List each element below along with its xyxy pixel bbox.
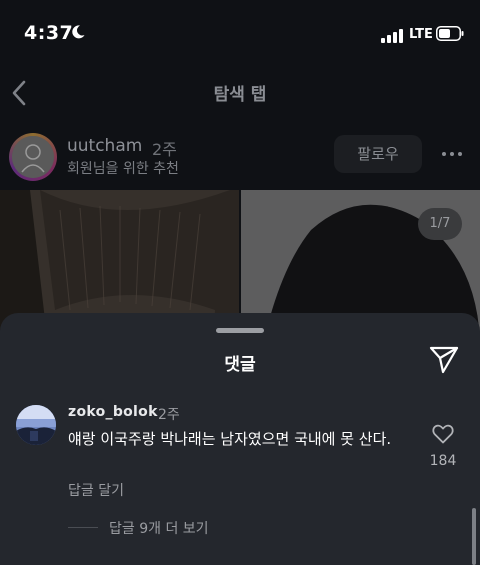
heart-icon[interactable] bbox=[432, 424, 454, 444]
status-bar: 4:37 LTE bbox=[0, 0, 480, 70]
share-paper-plane-icon[interactable] bbox=[429, 346, 459, 374]
comment-age: 2주 bbox=[158, 407, 180, 423]
more-options-icon[interactable] bbox=[441, 144, 463, 164]
post-author[interactable]: uutcham bbox=[67, 136, 142, 156]
scrollbar[interactable] bbox=[472, 508, 476, 565]
view-more-replies-button[interactable]: 답글 9개 더 보기 bbox=[109, 518, 209, 538]
avatar-illustration-icon bbox=[12, 136, 54, 178]
battery-icon bbox=[436, 26, 464, 41]
moon-icon bbox=[72, 25, 85, 39]
signal-icon bbox=[381, 29, 403, 43]
author-avatar[interactable] bbox=[12, 136, 54, 178]
like-count: 184 bbox=[429, 453, 457, 469]
post-age: 2주 bbox=[152, 140, 177, 159]
avatar-photo-icon bbox=[16, 405, 56, 445]
follow-button[interactable]: 팔로우 bbox=[334, 135, 422, 173]
post-subtitle: 회원님을 위한 추천 bbox=[67, 161, 179, 177]
comment-username[interactable]: zoko_bolok bbox=[68, 404, 158, 420]
sheet-title: 댓글 bbox=[224, 355, 256, 375]
status-time: 4:37 bbox=[24, 22, 74, 44]
page-title: 탐색 탭 bbox=[213, 85, 267, 105]
comment-text: 얘랑 이국주랑 박나래는 남자였으면 국내에 못 산다. bbox=[68, 430, 392, 448]
sheet-drag-handle[interactable] bbox=[216, 328, 264, 333]
commenter-avatar[interactable] bbox=[16, 405, 56, 445]
replies-divider bbox=[68, 527, 98, 528]
network-type: LTE bbox=[409, 27, 433, 42]
reply-button[interactable]: 답글 달기 bbox=[68, 480, 124, 500]
image-counter: 1/7 bbox=[418, 208, 462, 240]
